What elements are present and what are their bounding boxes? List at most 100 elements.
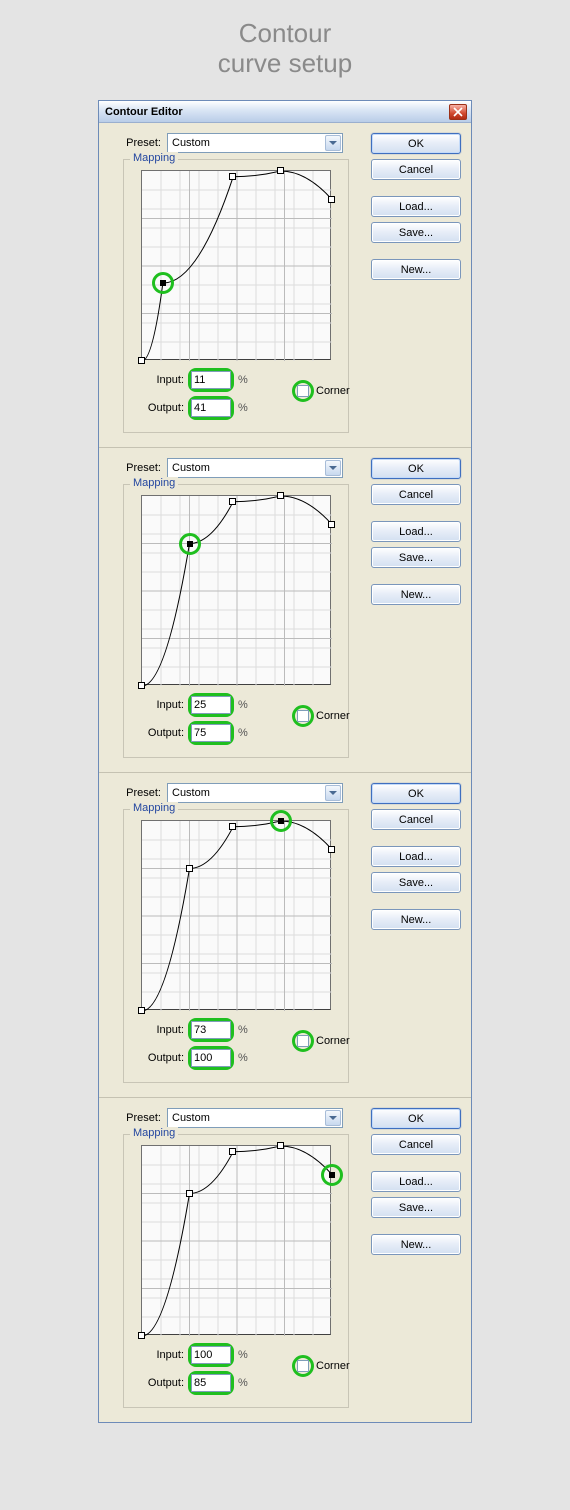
- load-button[interactable]: Load...: [371, 196, 461, 217]
- preset-value: Custom: [172, 1112, 210, 1124]
- load-button[interactable]: Load...: [371, 521, 461, 542]
- cancel-button[interactable]: Cancel: [371, 484, 461, 505]
- curve-node[interactable]: [278, 818, 284, 824]
- output-field[interactable]: [191, 1374, 231, 1392]
- save-button[interactable]: Save...: [371, 872, 461, 893]
- input-label: Input:: [132, 1349, 184, 1361]
- input-highlight: [188, 693, 234, 717]
- output-label: Output:: [132, 1377, 184, 1389]
- new-button[interactable]: New...: [371, 259, 461, 280]
- curve-node[interactable]: [328, 196, 335, 203]
- cancel-button[interactable]: Cancel: [371, 1134, 461, 1155]
- input-field[interactable]: [191, 1021, 231, 1039]
- input-highlight: [188, 1018, 234, 1042]
- percent-label: %: [238, 1024, 248, 1036]
- contour-panel: Preset: Custom Mapping Input: %: [99, 772, 471, 1097]
- save-button[interactable]: Save...: [371, 222, 461, 243]
- cancel-button[interactable]: Cancel: [371, 159, 461, 180]
- ok-button[interactable]: OK: [371, 783, 461, 804]
- input-field[interactable]: [191, 371, 231, 389]
- cancel-button[interactable]: Cancel: [371, 809, 461, 830]
- preset-select[interactable]: Custom: [167, 458, 343, 478]
- mapping-legend: Mapping: [130, 1127, 178, 1139]
- percent-label: %: [238, 402, 248, 414]
- ok-button[interactable]: OK: [371, 1108, 461, 1129]
- input-field[interactable]: [191, 696, 231, 714]
- preset-value: Custom: [172, 462, 210, 474]
- curve-node[interactable]: [229, 498, 236, 505]
- window-title: Contour Editor: [105, 106, 183, 118]
- curve-node[interactable]: [138, 682, 145, 689]
- chevron-down-icon: [325, 1110, 341, 1126]
- ok-button[interactable]: OK: [371, 133, 461, 154]
- curve-node[interactable]: [186, 1190, 193, 1197]
- mapping-legend: Mapping: [130, 477, 178, 489]
- input-label: Input:: [132, 374, 184, 386]
- curve-graph[interactable]: [141, 1145, 331, 1335]
- curve-node[interactable]: [277, 492, 284, 499]
- corner-checkbox[interactable]: [297, 385, 309, 397]
- contour-panel: Preset: Custom Mapping Input: %: [99, 123, 471, 447]
- preset-select[interactable]: Custom: [167, 133, 343, 153]
- mapping-fieldset: Mapping Input: % Output:: [123, 159, 349, 433]
- output-label: Output:: [132, 727, 184, 739]
- load-button[interactable]: Load...: [371, 846, 461, 867]
- save-button[interactable]: Save...: [371, 1197, 461, 1218]
- new-button[interactable]: New...: [371, 1234, 461, 1255]
- mapping-legend: Mapping: [130, 152, 178, 164]
- chevron-down-icon: [325, 785, 341, 801]
- input-field[interactable]: [191, 1346, 231, 1364]
- preset-select[interactable]: Custom: [167, 783, 343, 803]
- input-label: Input:: [132, 699, 184, 711]
- percent-label: %: [238, 1349, 248, 1361]
- curve-node[interactable]: [329, 1172, 335, 1178]
- corner-label: Corner: [316, 1035, 350, 1047]
- curve-node[interactable]: [328, 846, 335, 853]
- corner-checkbox[interactable]: [297, 710, 309, 722]
- page-title: Contour curve setup: [0, 0, 570, 86]
- corner-highlight: [292, 1355, 314, 1377]
- save-button[interactable]: Save...: [371, 547, 461, 568]
- corner-checkbox[interactable]: [297, 1360, 309, 1372]
- curve-graph[interactable]: [141, 820, 331, 1010]
- curve-node[interactable]: [187, 541, 193, 547]
- titlebar[interactable]: Contour Editor: [99, 101, 471, 123]
- output-field[interactable]: [191, 724, 231, 742]
- curve-node[interactable]: [277, 167, 284, 174]
- close-button[interactable]: [449, 104, 467, 120]
- output-highlight: [188, 1046, 234, 1070]
- preset-label: Preset:: [117, 1112, 161, 1124]
- curve-node[interactable]: [229, 173, 236, 180]
- curve-graph[interactable]: [141, 170, 331, 360]
- curve-node[interactable]: [138, 357, 145, 364]
- ok-button[interactable]: OK: [371, 458, 461, 479]
- output-highlight: [188, 1371, 234, 1395]
- contour-panel: Preset: Custom Mapping Input: %: [99, 1097, 471, 1422]
- curve-node[interactable]: [138, 1332, 145, 1339]
- corner-label: Corner: [316, 710, 350, 722]
- curve-node[interactable]: [186, 865, 193, 872]
- percent-label: %: [238, 699, 248, 711]
- mapping-legend: Mapping: [130, 802, 178, 814]
- new-button[interactable]: New...: [371, 909, 461, 930]
- curve-node[interactable]: [229, 823, 236, 830]
- load-button[interactable]: Load...: [371, 1171, 461, 1192]
- curve-graph[interactable]: [141, 495, 331, 685]
- curve-node[interactable]: [138, 1007, 145, 1014]
- preset-label: Preset:: [117, 787, 161, 799]
- corner-checkbox[interactable]: [297, 1035, 309, 1047]
- page-title-line1: Contour: [239, 18, 332, 48]
- percent-label: %: [238, 727, 248, 739]
- output-field[interactable]: [191, 399, 231, 417]
- curve-node[interactable]: [277, 1142, 284, 1149]
- output-field[interactable]: [191, 1049, 231, 1067]
- curve-node[interactable]: [229, 1148, 236, 1155]
- corner-highlight: [292, 705, 314, 727]
- percent-label: %: [238, 1052, 248, 1064]
- curve-node[interactable]: [328, 521, 335, 528]
- corner-label: Corner: [316, 385, 350, 397]
- preset-select[interactable]: Custom: [167, 1108, 343, 1128]
- output-label: Output:: [132, 1052, 184, 1064]
- curve-node[interactable]: [160, 280, 166, 286]
- new-button[interactable]: New...: [371, 584, 461, 605]
